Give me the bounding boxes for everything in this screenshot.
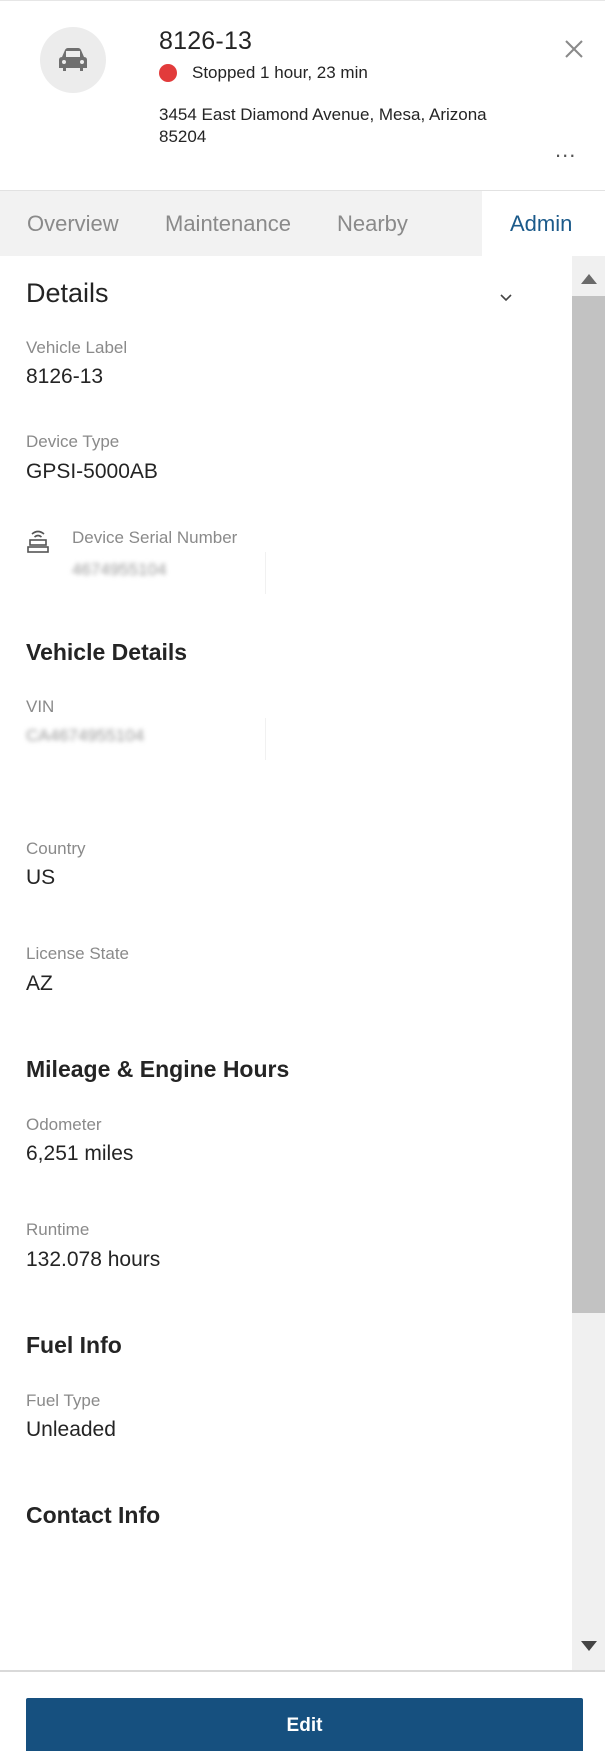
status-dot-icon bbox=[159, 64, 177, 82]
device-serial-value: 4674955104 bbox=[72, 560, 167, 579]
scrollbar[interactable] bbox=[572, 256, 605, 1670]
device-type-value: GPSI-5000AB bbox=[26, 460, 158, 483]
vehicle-status: Stopped 1 hour, 23 min bbox=[159, 63, 368, 83]
fuel-info-title: Fuel Info bbox=[26, 1332, 122, 1358]
vehicle-details-title: Vehicle Details bbox=[26, 639, 188, 665]
license-state-label: License State bbox=[26, 944, 130, 963]
address-line-2: 85204 bbox=[159, 127, 207, 146]
scroll-down-arrow-icon[interactable] bbox=[581, 1641, 597, 1651]
mileage-title: Mileage & Engine Hours bbox=[26, 1056, 290, 1082]
device-serial-label: Device Serial Number bbox=[72, 528, 238, 547]
vehicle-name: 8126-13 bbox=[159, 27, 253, 55]
vin-field: CA4674955104 bbox=[20, 718, 266, 760]
fuel-type-value: Unleaded bbox=[26, 1418, 116, 1441]
scrollbar-thumb[interactable] bbox=[572, 296, 605, 1313]
address-line-1: 3454 East Diamond Avenue, Mesa, Arizona bbox=[159, 105, 487, 124]
runtime-label: Runtime bbox=[26, 1220, 90, 1239]
more-options-button[interactable]: ... bbox=[555, 137, 576, 163]
vehicle-header: 8126-13 Stopped 1 hour, 23 min 3454 East… bbox=[0, 0, 605, 190]
device-serial-icon bbox=[27, 530, 49, 553]
vin-label: VIN bbox=[26, 697, 55, 716]
vehicle-avatar bbox=[40, 27, 106, 93]
vehicle-label-value: 8126-13 bbox=[26, 365, 104, 388]
odometer-value: 6,251 miles bbox=[26, 1142, 134, 1165]
footer-bar: Edit bbox=[0, 1670, 605, 1751]
details-title: Details bbox=[26, 278, 109, 308]
odometer-label: Odometer bbox=[26, 1115, 102, 1134]
vehicle-label-label: Vehicle Label bbox=[26, 338, 128, 357]
tab-overview[interactable]: Overview bbox=[27, 191, 119, 257]
tab-maintenance[interactable]: Maintenance bbox=[165, 191, 291, 257]
country-value: US bbox=[26, 866, 56, 889]
tab-admin[interactable]: Admin bbox=[510, 191, 572, 257]
vin-value: CA4674955104 bbox=[26, 726, 145, 745]
device-type-label: Device Type bbox=[26, 432, 120, 451]
chevron-down-icon[interactable] bbox=[498, 290, 514, 306]
fuel-type-label: Fuel Type bbox=[26, 1391, 101, 1410]
country-label: Country bbox=[26, 839, 86, 858]
admin-content-panel[interactable]: Details Vehicle Label 8126-13 Device Typ… bbox=[0, 256, 572, 1670]
vehicle-address: 3454 East Diamond Avenue, Mesa, Arizona … bbox=[159, 104, 559, 148]
close-icon bbox=[565, 40, 583, 58]
runtime-value: 132.078 hours bbox=[26, 1248, 161, 1271]
contact-info-title: Contact Info bbox=[26, 1502, 161, 1528]
tab-bar: Overview Maintenance Nearby Admin bbox=[0, 190, 605, 257]
tab-nearby[interactable]: Nearby bbox=[337, 191, 408, 257]
scroll-up-arrow-icon[interactable] bbox=[581, 274, 597, 284]
status-text: Stopped 1 hour, 23 min bbox=[192, 63, 368, 82]
device-serial-field: 4674955104 bbox=[60, 552, 266, 594]
close-button[interactable] bbox=[560, 35, 590, 65]
edit-button[interactable]: Edit bbox=[26, 1698, 583, 1751]
license-state-value: AZ bbox=[26, 972, 53, 995]
car-icon bbox=[59, 48, 87, 71]
